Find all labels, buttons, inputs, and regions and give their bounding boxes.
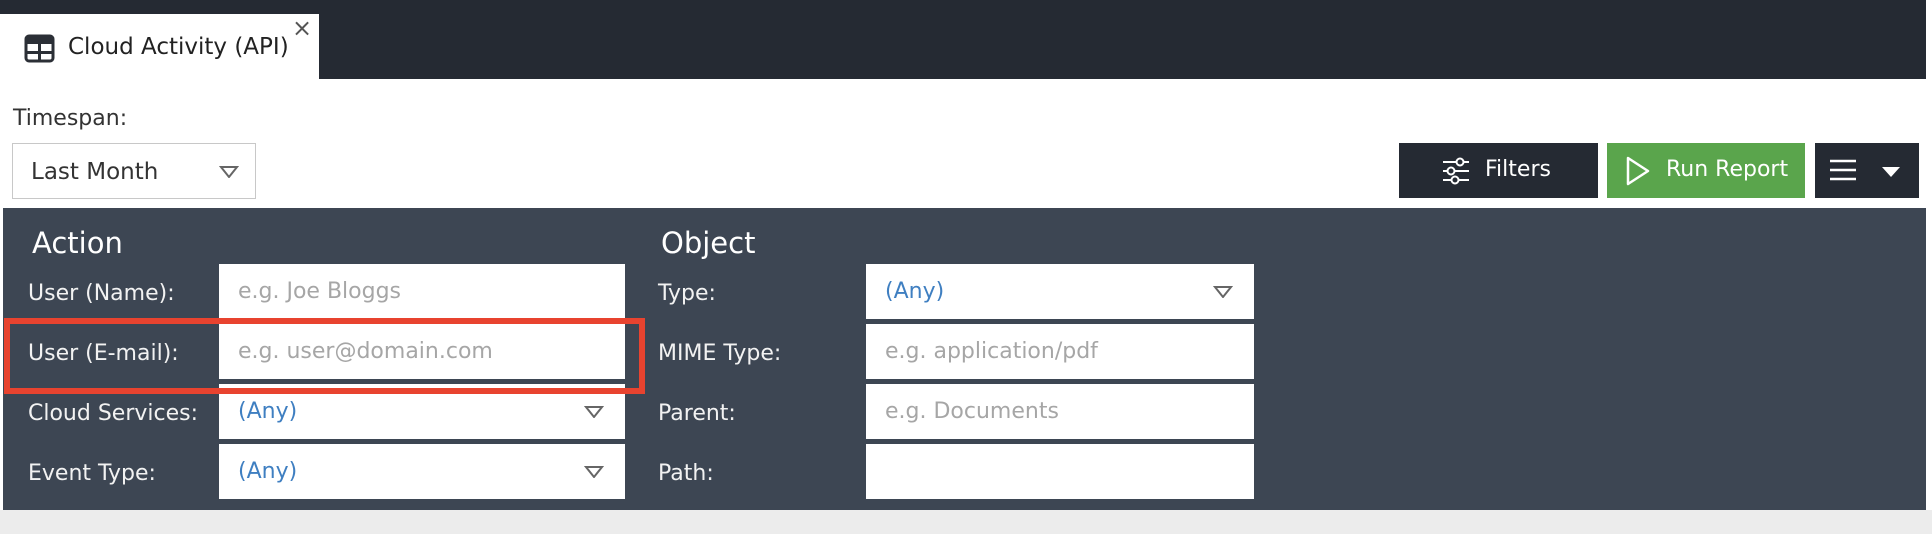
path-input[interactable] bbox=[866, 444, 1254, 499]
chevron-down-icon bbox=[1882, 167, 1900, 177]
mime-type-placeholder: e.g. application/pdf bbox=[885, 339, 1098, 364]
path-label: Path: bbox=[658, 461, 714, 486]
filters-button[interactable]: Filters bbox=[1399, 143, 1598, 198]
chevron-down-icon bbox=[584, 406, 604, 418]
hamburger-icon bbox=[1830, 159, 1856, 181]
user-name-label: User (Name): bbox=[28, 281, 175, 306]
action-heading: Action bbox=[32, 226, 123, 260]
event-type-select[interactable]: (Any) bbox=[219, 444, 625, 499]
table-icon bbox=[24, 34, 55, 63]
close-icon[interactable]: × bbox=[292, 16, 312, 40]
more-menu-button[interactable] bbox=[1815, 143, 1919, 198]
type-select[interactable]: (Any) bbox=[866, 264, 1254, 319]
type-label: Type: bbox=[658, 281, 716, 306]
play-icon bbox=[1626, 156, 1650, 186]
cloud-services-value: (Any) bbox=[238, 399, 298, 424]
mime-type-input[interactable]: e.g. application/pdf bbox=[866, 324, 1254, 379]
run-report-label: Run Report bbox=[1666, 157, 1789, 182]
chevron-down-icon bbox=[219, 166, 239, 178]
object-heading: Object bbox=[661, 226, 756, 260]
user-email-placeholder: e.g. user@domain.com bbox=[238, 339, 493, 364]
event-type-label: Event Type: bbox=[28, 461, 156, 486]
type-value: (Any) bbox=[885, 279, 945, 304]
tab-cloud-activity[interactable]: Cloud Activity (API) × bbox=[0, 14, 319, 79]
chevron-down-icon bbox=[584, 466, 604, 478]
cloud-services-label: Cloud Services: bbox=[28, 401, 199, 426]
parent-placeholder: e.g. Documents bbox=[885, 399, 1059, 424]
user-name-placeholder: e.g. Joe Bloggs bbox=[238, 279, 402, 304]
filters-label: Filters bbox=[1485, 157, 1551, 182]
chevron-down-icon bbox=[1213, 286, 1233, 298]
parent-label: Parent: bbox=[658, 401, 736, 426]
timespan-value: Last Month bbox=[31, 159, 159, 185]
parent-input[interactable]: e.g. Documents bbox=[866, 384, 1254, 439]
bottom-strip bbox=[0, 510, 1932, 534]
cloud-services-select[interactable]: (Any) bbox=[219, 384, 625, 439]
timespan-select[interactable]: Last Month bbox=[12, 143, 256, 199]
tab-title: Cloud Activity (API) bbox=[68, 34, 289, 60]
user-email-input[interactable]: e.g. user@domain.com bbox=[219, 324, 625, 379]
event-type-value: (Any) bbox=[238, 459, 298, 484]
mime-type-label: MIME Type: bbox=[658, 341, 782, 366]
run-report-button[interactable]: Run Report bbox=[1607, 143, 1805, 198]
timespan-label: Timespan: bbox=[13, 106, 128, 131]
user-email-label: User (E-mail): bbox=[28, 341, 179, 366]
sliders-icon bbox=[1443, 157, 1469, 185]
user-name-input[interactable]: e.g. Joe Bloggs bbox=[219, 264, 625, 319]
